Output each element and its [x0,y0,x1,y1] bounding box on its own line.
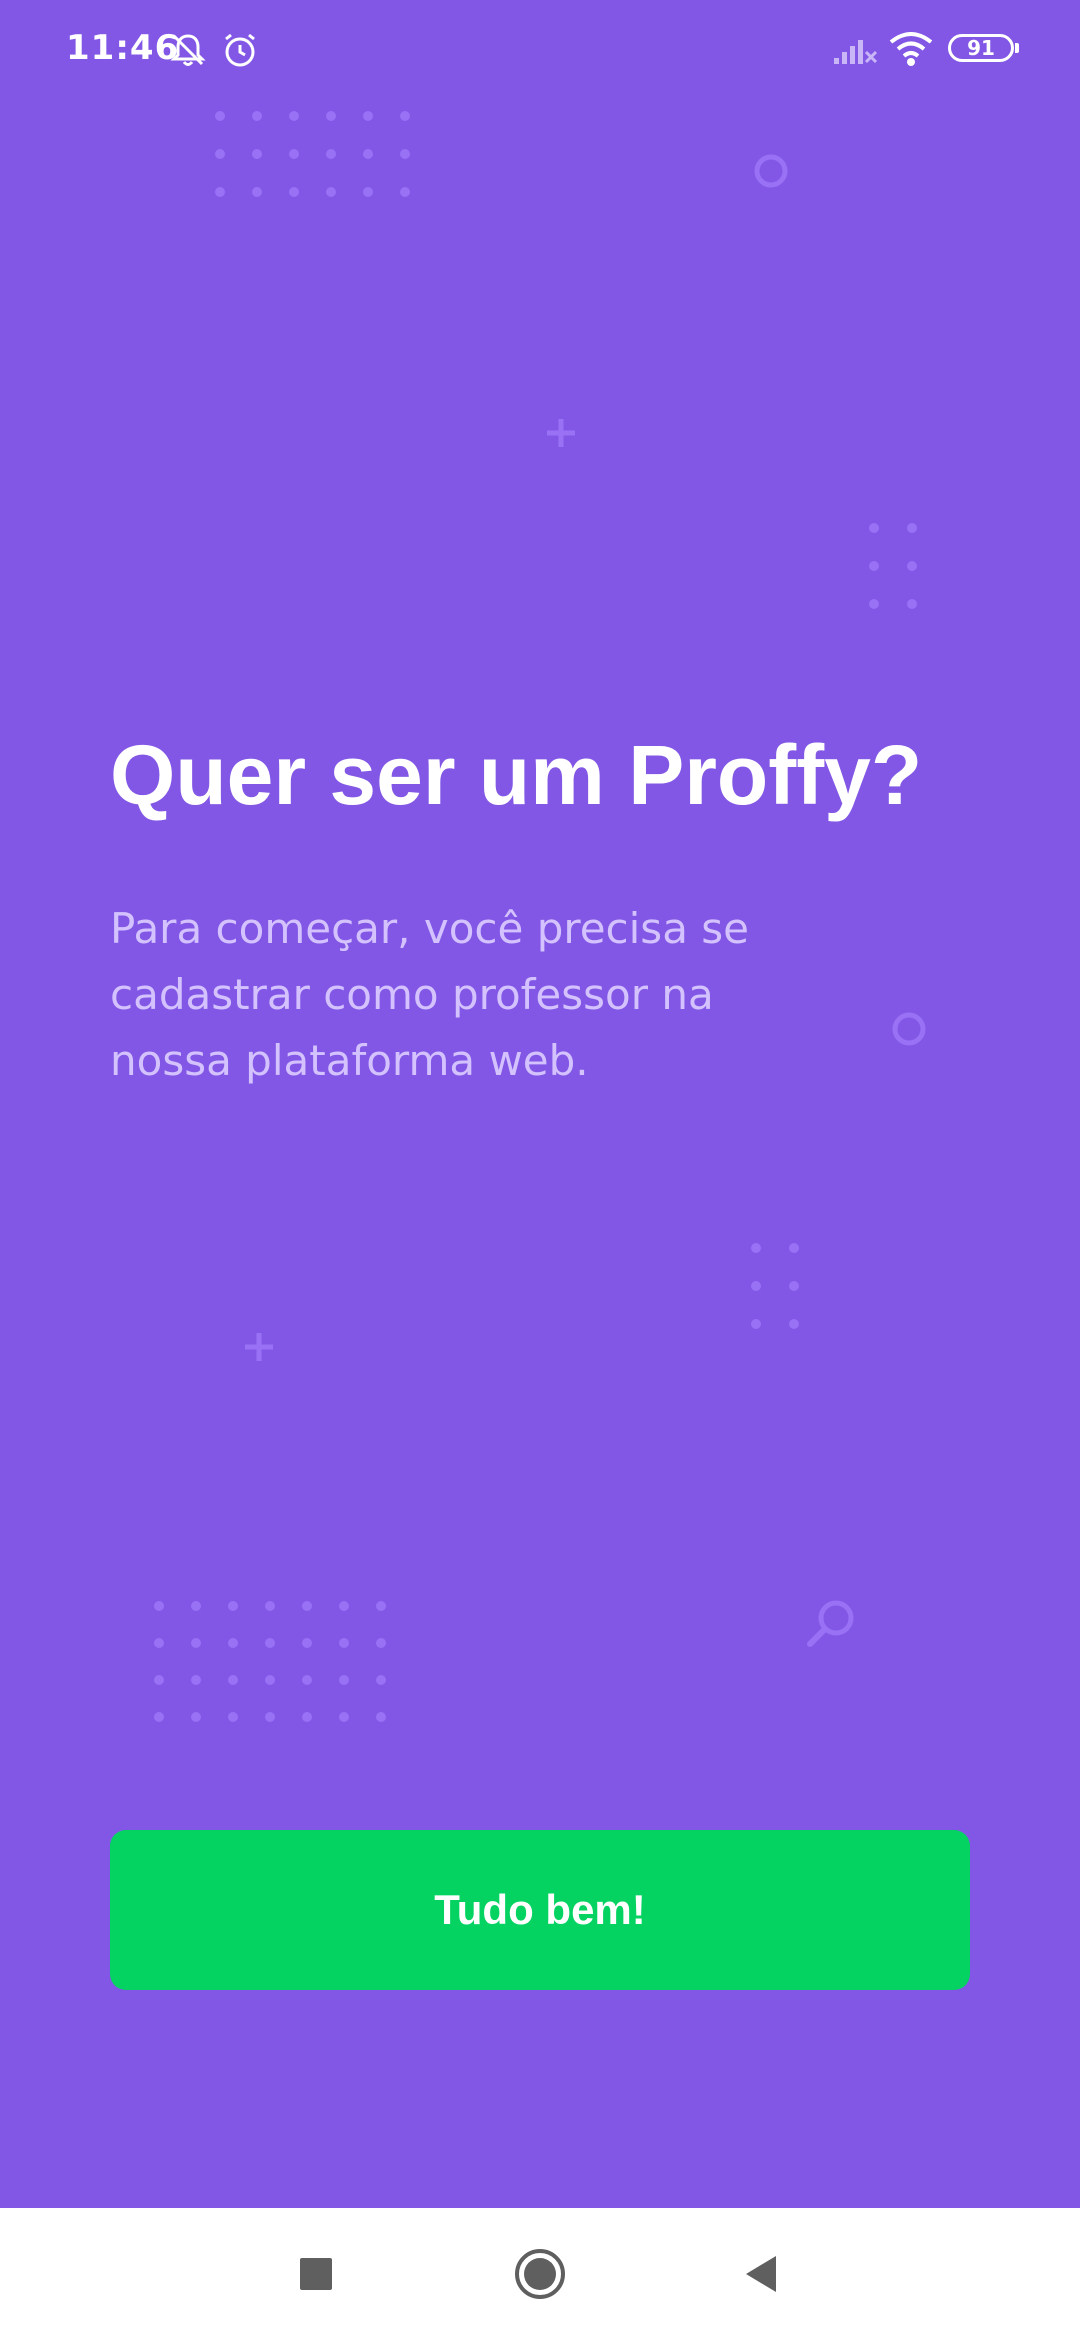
recents-button[interactable] [276,2234,356,2314]
notifications-off-icon [168,30,208,75]
alarm-icon [220,30,260,75]
home-circle-icon [515,2249,565,2299]
dot-grid-top-left [215,111,410,197]
dot-grid-bottom-left [154,1601,386,1722]
plus-decoration-top [547,419,575,447]
give-classes-screen: 11:46 91 Quer ser um Proffy? Para começa… [0,0,1080,2340]
dot-grid-middle [751,1243,799,1329]
navigation-bar [0,2208,1080,2340]
wifi-icon [888,30,934,73]
back-button[interactable] [722,2234,802,2314]
battery-indicator: 91 [948,34,1019,62]
ok-button[interactable]: Tudo bem! [110,1830,970,1990]
page-title: Quer ser um Proffy? [110,728,923,822]
app-content: 11:46 91 Quer ser um Proffy? Para começa… [0,0,1080,2208]
status-bar: 11:46 91 [0,0,1080,100]
status-time: 11:46 [66,28,180,68]
signal-icon [832,34,878,71]
plus-decoration-bottom [245,1333,273,1361]
ring-decoration-middle [892,1012,926,1046]
page-description: Para começar, você precisa se cadastrar … [110,904,750,1085]
back-triangle-icon [746,2256,776,2292]
recents-square-icon [300,2258,332,2290]
ring-decoration-top [754,154,788,188]
dot-grid-right [869,523,917,609]
search-icon [807,1600,854,1647]
home-button[interactable] [500,2234,580,2314]
